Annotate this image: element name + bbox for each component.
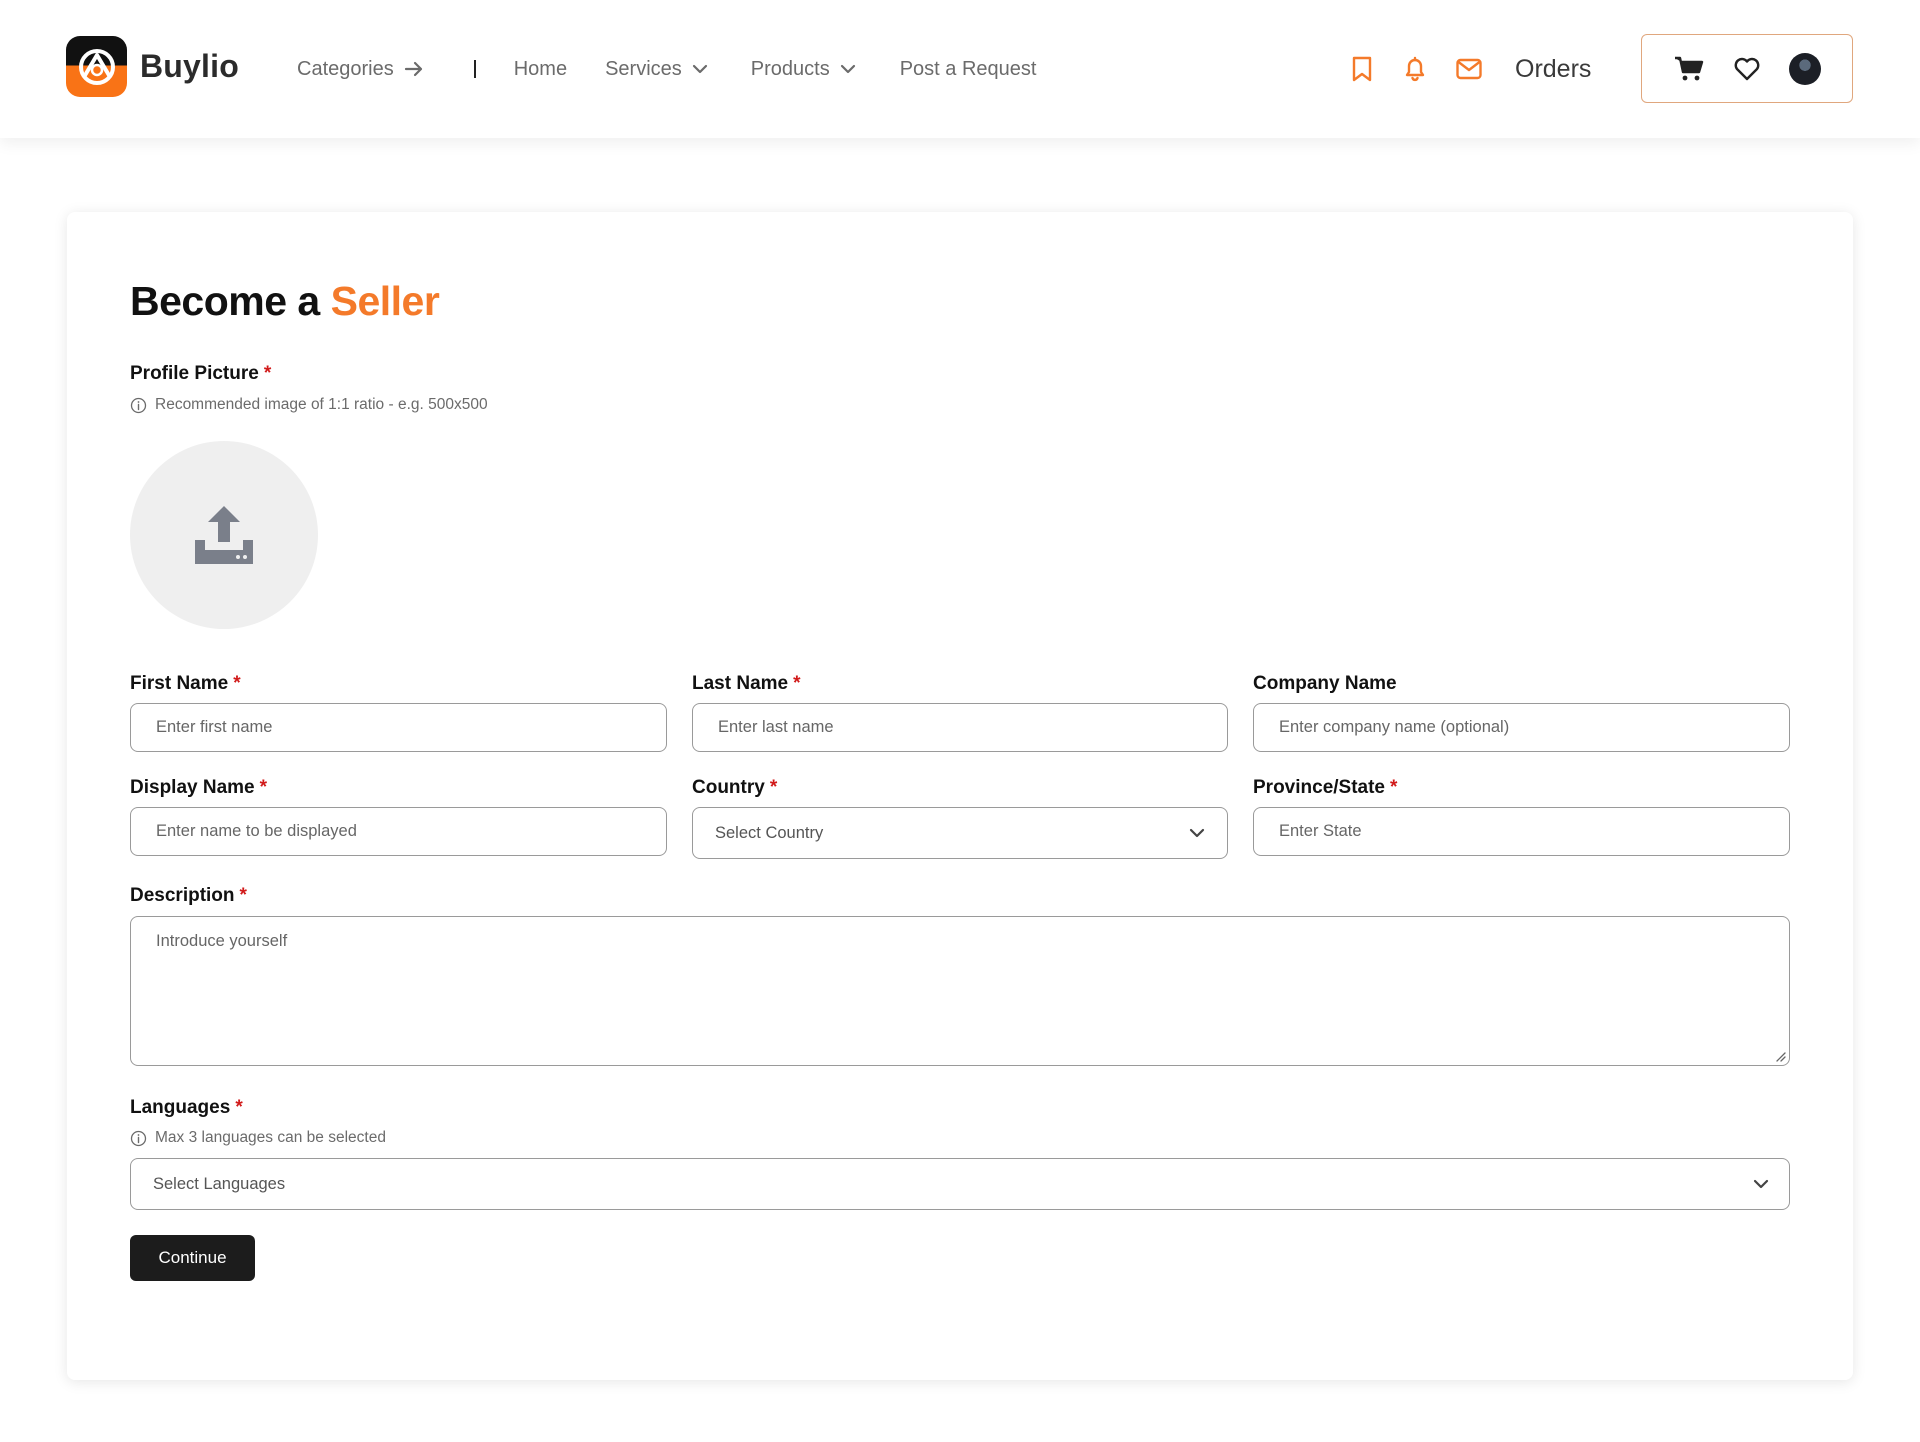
required-marker: * [793,673,801,694]
last-name-placeholder: Enter last name [718,718,834,736]
display-name-field[interactable]: Enter name to be displayed [130,807,667,856]
first-name-placeholder: Enter first name [156,718,273,736]
required-marker: * [263,363,272,384]
required-marker: * [769,777,778,798]
province-field[interactable]: Enter State [1253,807,1790,856]
display-name-placeholder: Enter name to be displayed [156,822,357,840]
profile-picture-hint: Recommended image of 1:1 ratio - e.g. 50… [130,396,488,414]
nav-post-request-label: Post a Request [899,57,1037,80]
description-textarea[interactable]: Introduce yourself [130,916,1790,1066]
continue-button[interactable]: Continue [130,1235,255,1281]
languages-hint: Max 3 languages can be selected [130,1129,386,1147]
description-placeholder: Introduce yourself [156,932,288,950]
nav-products-label: Products [750,57,830,80]
company-name-label-text: Company Name [1253,673,1397,694]
arrow-right-icon [404,61,422,77]
nav-categories-label: Categories [297,57,394,80]
heart-icon[interactable] [1733,56,1761,82]
required-marker: * [233,673,241,694]
required-marker: * [239,885,247,906]
company-name-label: Company Name [1253,673,1397,695]
display-name-label-text: Display Name [130,777,255,798]
last-name-field[interactable]: Enter last name [692,703,1228,752]
languages-select[interactable]: Select Languages [130,1158,1790,1210]
nav-services[interactable]: Services [605,58,708,81]
required-marker: * [1390,777,1398,798]
profile-picture-label-text: Profile Picture [130,363,259,384]
info-icon [130,1130,147,1146]
nav-services-label: Services [605,57,682,80]
nav-home[interactable]: Home [514,58,567,81]
languages-select-value: Select Languages [153,1174,286,1193]
chevron-down-icon [692,64,707,74]
mail-icon[interactable] [1455,57,1483,81]
country-label-text: Country [692,777,765,798]
country-label: Country * [692,777,777,799]
brand-logo[interactable]: Buylio [66,36,239,97]
bell-icon[interactable] [1402,55,1428,83]
profile-picture-hint-text: Recommended image of 1:1 ratio - e.g. 50… [155,396,488,413]
province-label-text: Province/State [1253,777,1385,798]
bookmark-icon[interactable] [1350,55,1374,83]
first-name-label-text: First Name [130,673,229,694]
languages-label-text: Languages [130,1097,231,1118]
main-nav: Categories Home Services Products Post a… [297,50,1036,88]
last-name-label: Last Name * [692,673,801,695]
resize-grip-icon[interactable] [1774,1050,1786,1062]
description-label-text: Description [130,885,235,906]
languages-hint-text: Max 3 languages can be selected [155,1129,386,1146]
display-name-label: Display Name * [130,777,267,799]
avatar[interactable] [1789,52,1821,85]
required-marker: * [259,777,268,798]
title-accent: Seller [330,278,440,324]
cart-icon[interactable] [1674,56,1704,82]
chevron-down-icon [840,64,855,74]
province-label: Province/State * [1253,777,1397,799]
first-name-label: First Name * [130,673,241,695]
user-actions-box [1641,34,1853,103]
seller-form-card: Become a Seller Profile Picture * Recomme… [67,212,1853,1380]
nav-divider [473,60,476,78]
country-select-value: Select Country [715,823,824,842]
languages-label: Languages * [130,1097,243,1119]
title-prefix: Become a [130,278,320,324]
chevron-down-icon [1189,828,1205,838]
profile-picture-label: Profile Picture * [130,363,271,385]
logo-icon [66,36,127,97]
nav-home-label: Home [513,57,568,80]
first-name-field[interactable]: Enter first name [130,703,667,752]
country-select[interactable]: Select Country [692,807,1228,859]
page-title: Become a Seller [130,278,440,325]
company-name-field[interactable]: Enter company name (optional) [1253,703,1790,752]
header-actions: Orders [1350,50,1591,88]
orders-link[interactable]: Orders [1515,55,1591,84]
last-name-label-text: Last Name [692,673,789,694]
required-marker: * [235,1097,243,1118]
company-name-placeholder: Enter company name (optional) [1279,718,1510,736]
nav-post-request[interactable]: Post a Request [900,58,1037,81]
top-navbar: Buylio Categories Home Services Products… [0,0,1920,138]
profile-picture-upload[interactable] [130,441,318,629]
province-placeholder: Enter State [1279,822,1362,840]
chevron-down-icon [1753,1179,1769,1189]
upload-icon [195,506,253,564]
nav-products[interactable]: Products [751,58,856,81]
brand-name: Buylio [140,48,239,84]
info-icon [130,397,147,413]
description-label: Description * [130,885,247,907]
nav-categories[interactable]: Categories [297,58,424,81]
